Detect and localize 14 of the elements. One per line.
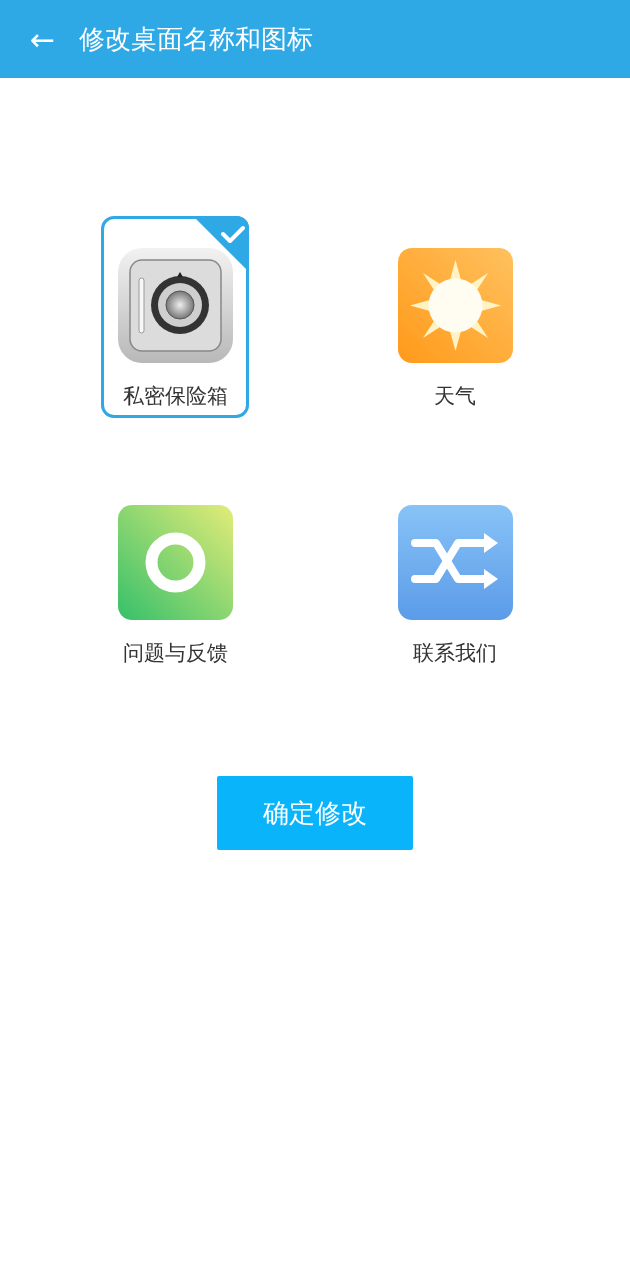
app-name: 天气 [434,383,476,410]
app-option[interactable]: 问题与反馈 [101,473,249,675]
app-name: 问题与反馈 [122,640,228,667]
sun-icon [397,248,513,363]
checkmark-badge-icon [193,216,249,272]
app-option[interactable]: 联系我们 [381,473,529,675]
app-name: 联系我们 [413,640,497,667]
app-option[interactable]: 天气 [381,216,529,418]
ring-icon [117,505,233,620]
app-name: 私密保险箱 [122,383,228,410]
app-option[interactable]: 私密保险箱 [101,216,249,418]
safe-icon [117,248,233,363]
shuffle-icon [397,505,513,620]
page-title: 修改桌面名称和图标 [79,22,314,56]
